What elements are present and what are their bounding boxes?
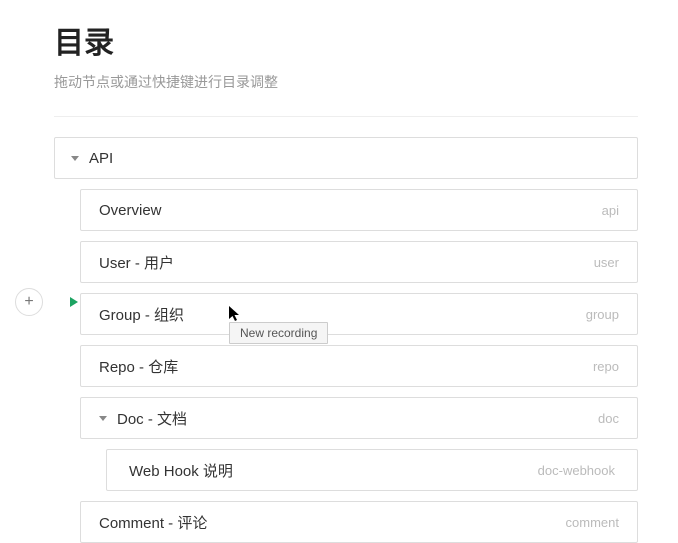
caret-down-icon <box>99 414 107 422</box>
node-label: Comment - 评论 <box>99 512 207 533</box>
tree-node-comment[interactable]: Comment - 评论 comment <box>80 501 638 543</box>
page-title: 目录 <box>54 18 638 62</box>
flag-icon <box>70 297 78 307</box>
insert-position-marker <box>70 297 78 307</box>
tree-node-repo[interactable]: Repo - 仓库 repo <box>80 345 638 387</box>
tree-node-webhook[interactable]: Web Hook 说明 doc-webhook <box>106 449 638 491</box>
node-slug: repo <box>593 359 619 374</box>
tree-node-api[interactable]: API <box>54 137 638 179</box>
node-slug: user <box>594 255 619 270</box>
add-node-button[interactable]: + <box>15 288 43 316</box>
tooltip-text: New recording <box>240 326 317 340</box>
node-label: Overview <box>99 202 162 219</box>
node-label: User - 用户 <box>99 252 174 273</box>
tree-node-overview[interactable]: Overview api <box>80 189 638 231</box>
node-slug: group <box>586 307 619 322</box>
cursor-tooltip: New recording <box>229 322 328 344</box>
node-label: API <box>89 150 113 167</box>
node-slug: api <box>602 203 619 218</box>
node-label: Web Hook 说明 <box>129 460 233 481</box>
plus-icon: + <box>24 293 33 311</box>
page-subtitle: 拖动节点或通过快捷键进行目录调整 <box>54 72 638 92</box>
node-label: Doc - 文档 <box>117 408 187 429</box>
toc-tree: API Overview api User - 用户 user Group - … <box>54 137 638 543</box>
node-label: Repo - 仓库 <box>99 356 178 377</box>
tree-node-user[interactable]: User - 用户 user <box>80 241 638 283</box>
divider <box>54 116 638 117</box>
tree-node-doc[interactable]: Doc - 文档 doc <box>80 397 638 439</box>
node-slug: doc <box>598 411 619 426</box>
node-slug: doc-webhook <box>538 463 615 478</box>
caret-down-icon <box>71 154 79 162</box>
node-label: Group - 组织 <box>99 304 184 325</box>
tree-node-group[interactable]: Group - 组织 group <box>80 293 638 335</box>
node-slug: comment <box>566 515 619 530</box>
